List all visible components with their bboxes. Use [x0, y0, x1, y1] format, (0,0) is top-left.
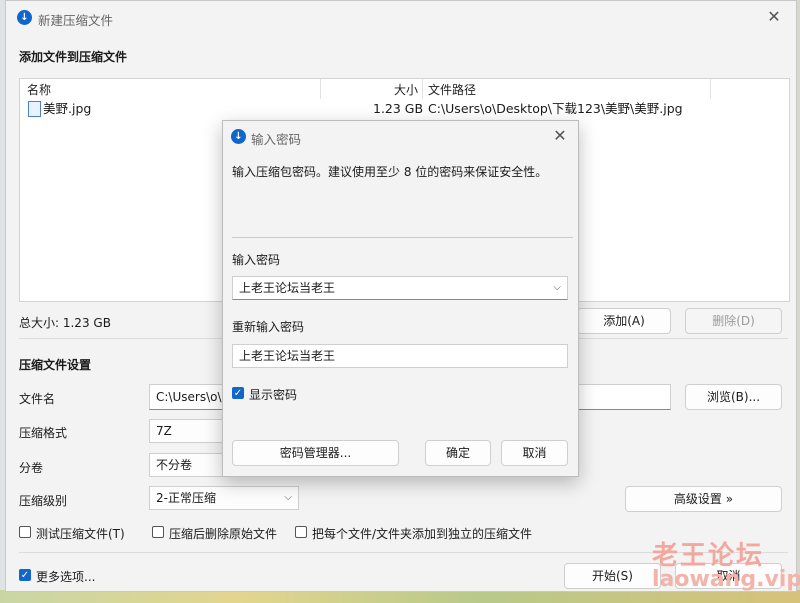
password-manager-button[interactable]: 密码管理器... [232, 440, 399, 466]
password-label: 输入密码 [232, 253, 281, 267]
dialog-title: 输入密码 [251, 132, 302, 147]
ok-button[interactable]: 确定 [425, 440, 491, 466]
chevron-down-icon: ⌵ [284, 492, 292, 503]
watermark-url: laowang.vip [652, 567, 800, 592]
add-button[interactable]: 添加(A) [577, 308, 671, 334]
app-logo-icon: ↓ [231, 129, 246, 144]
reenter-password-label: 重新输入密码 [232, 320, 305, 334]
column-header-name[interactable]: 名称 [27, 81, 51, 99]
dialog-description: 输入压缩包密码。建议使用至少 8 位的密码来保证安全性。 [232, 165, 548, 179]
split-value: 不分卷 [156, 458, 193, 472]
password-value: 上老王论坛当老王 [239, 281, 336, 295]
column-divider[interactable] [320, 79, 321, 99]
column-header-size[interactable]: 大小 [394, 81, 418, 99]
format-value: 7Z [156, 424, 172, 438]
more-options-label[interactable]: 更多选项... [36, 568, 95, 585]
column-divider[interactable] [422, 79, 423, 99]
app-logo-icon: ↓ [17, 10, 32, 25]
column-divider[interactable] [710, 79, 711, 99]
filename-label: 文件名 [19, 392, 56, 406]
more-options-checkbox[interactable]: ✓ [19, 569, 31, 581]
split-label: 分卷 [19, 461, 44, 475]
separate-archive-label[interactable]: 把每个文件/文件夹添加到独立的压缩文件 [312, 525, 532, 542]
delete-button[interactable]: 删除(D) [685, 308, 782, 334]
file-size: 1.23 GB [373, 101, 424, 116]
settings-section-title: 压缩文件设置 [19, 358, 92, 372]
password-dialog: ↓ 输入密码 ✕ 输入压缩包密码。建议使用至少 8 位的密码来保证安全性。 输入… [222, 120, 579, 477]
format-label: 压缩格式 [19, 426, 68, 440]
delete-after-checkbox[interactable] [152, 526, 164, 538]
add-section-title: 添加文件到压缩文件 [19, 50, 128, 64]
divider [232, 237, 573, 238]
image-file-icon [28, 101, 41, 117]
show-password-label[interactable]: 显示密码 [249, 386, 297, 403]
advanced-settings-button[interactable]: 高级设置 » [625, 486, 782, 512]
separate-archive-checkbox[interactable] [295, 526, 307, 538]
test-archive-checkbox[interactable] [19, 526, 31, 538]
browse-button[interactable]: 浏览(B)... [685, 384, 782, 410]
show-password-checkbox[interactable]: ✓ [232, 387, 244, 399]
test-archive-label[interactable]: 测试压缩文件(T) [36, 525, 125, 542]
reenter-password-input[interactable]: 上老王论坛当老王 [232, 344, 568, 368]
level-value: 2-正常压缩 [156, 491, 216, 505]
file-name: 美野.jpg [43, 101, 92, 116]
level-label: 压缩级别 [19, 494, 68, 508]
title-bar: ↓ 新建压缩文件 ✕ [6, 1, 796, 35]
total-size: 总大小: 1.23 GB [19, 316, 111, 330]
close-icon[interactable]: ✕ [764, 7, 784, 27]
chevron-down-icon[interactable]: ⌵ [553, 277, 561, 299]
file-path: C:\Users\o\Desktop\下载123\美野\美野.jpg [428, 101, 683, 116]
start-button[interactable]: 开始(S) [564, 563, 661, 589]
level-select[interactable]: 2-正常压缩 ⌵ [149, 486, 299, 510]
window-title: 新建压缩文件 [38, 13, 114, 28]
delete-after-label[interactable]: 压缩后删除原始文件 [169, 525, 277, 542]
column-header-path[interactable]: 文件路径 [428, 81, 476, 99]
close-icon[interactable]: ✕ [550, 126, 570, 146]
dialog-cancel-button[interactable]: 取消 [501, 440, 568, 466]
password-input[interactable]: 上老王论坛当老王 ⌵ [232, 276, 568, 300]
